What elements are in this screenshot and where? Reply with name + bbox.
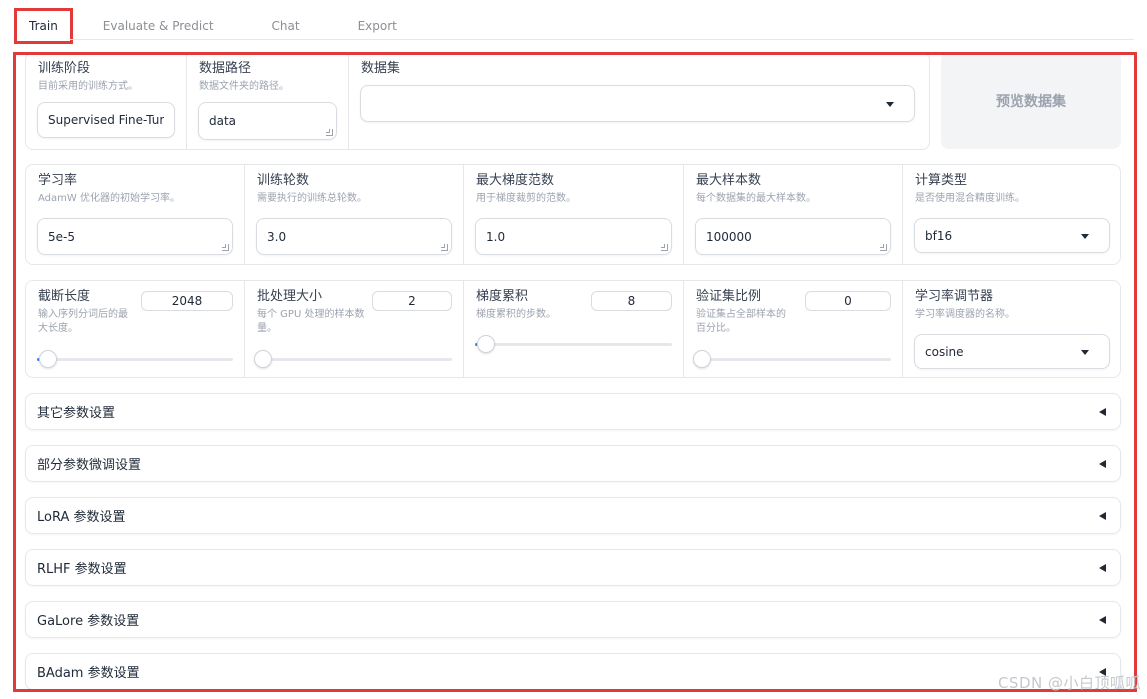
tab-chat[interactable]: Chat	[258, 10, 314, 42]
tab-evaluate-predict[interactable]: Evaluate & Predict	[89, 10, 228, 42]
highlight-frame	[13, 52, 1137, 692]
watermark: CSDN @小白顶呱呱	[997, 674, 1141, 692]
tab-train[interactable]: Train	[14, 8, 73, 44]
tab-export[interactable]: Export	[344, 10, 411, 42]
tab-divider	[70, 39, 1134, 40]
